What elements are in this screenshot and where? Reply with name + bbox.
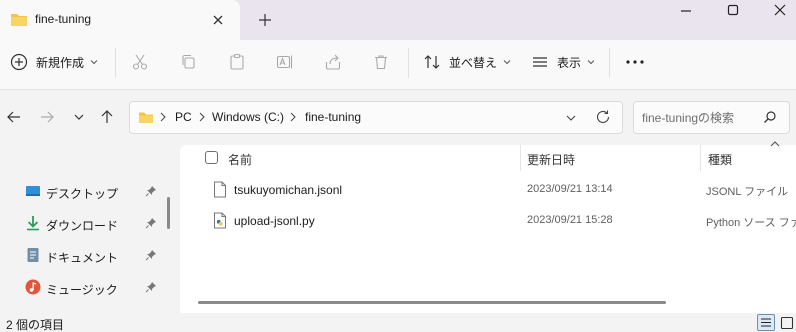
folder-icon <box>138 111 154 124</box>
sidebar-item-label: ミュージック <box>46 283 118 297</box>
back-arrow-icon[interactable] <box>5 108 23 126</box>
sort-button[interactable]: 並べ替え <box>423 40 511 84</box>
file-type: Python ソース ファイル <box>706 217 796 229</box>
tab-title: fine-tuning <box>35 12 92 26</box>
file-name: upload-jsonl.py <box>234 214 315 228</box>
sidebar-item-desktop[interactable]: デスクトップ <box>0 177 166 207</box>
file-modified: 2023/09/21 15:28 <box>527 214 613 226</box>
desktop-icon <box>25 183 41 199</box>
forward-arrow-icon[interactable] <box>38 108 56 126</box>
sidebar: デスクトップ ダウンロード ドキュメント ミュージック <box>0 145 180 313</box>
add-circle-icon <box>10 53 28 71</box>
pin-icon[interactable] <box>145 217 157 229</box>
column-header-type[interactable]: 種類 <box>708 151 732 168</box>
view-button-label: 表示 <box>557 55 582 70</box>
copy-icon[interactable] <box>180 40 198 84</box>
file-icon <box>213 181 227 198</box>
sidebar-item-music[interactable]: ミュージック <box>0 273 166 303</box>
sidebar-item-label: デスクトップ <box>46 187 119 201</box>
file-name: tsukuyomichan.jsonl <box>234 183 343 197</box>
status-bar: 2 個の項目 <box>0 313 796 332</box>
plus-icon[interactable] <box>255 10 275 30</box>
tab-fine-tuning[interactable]: fine-tuning <box>0 0 240 40</box>
address-bar[interactable]: PC Windows (C:) fine-tuning <box>129 101 623 134</box>
close-icon[interactable] <box>209 11 227 29</box>
column-header-name[interactable]: 名前 <box>228 151 252 168</box>
pin-icon[interactable] <box>145 249 157 261</box>
chevron-down-icon[interactable] <box>70 108 88 126</box>
chevron-up-icon <box>769 140 781 148</box>
paste-icon[interactable] <box>228 40 246 84</box>
new-button-label: 新規作成 <box>36 55 85 70</box>
music-icon <box>25 279 41 295</box>
column-divider[interactable] <box>520 145 521 171</box>
search-icon[interactable] <box>763 110 777 124</box>
folder-icon <box>10 12 28 27</box>
item-count: 2 個の項目 <box>6 318 65 332</box>
chevron-down-icon[interactable] <box>565 113 577 123</box>
refresh-icon[interactable] <box>595 109 611 125</box>
pin-icon[interactable] <box>145 185 157 197</box>
chevron-down-icon <box>503 59 511 65</box>
rename-icon[interactable] <box>276 40 294 84</box>
sidebar-item-documents[interactable]: ドキュメント <box>0 241 166 271</box>
more-icon[interactable] <box>625 40 645 84</box>
chevron-right-icon <box>290 112 296 122</box>
sort-button-label: 並べ替え <box>449 55 498 70</box>
file-list: 名前 更新日時 種類 tsukuyomichan.jsonl 2023/09/2… <box>180 141 796 313</box>
breadcrumb-pc[interactable]: PC <box>175 110 192 124</box>
close-icon[interactable] <box>770 3 790 17</box>
breadcrumb-folder[interactable]: fine-tuning <box>305 110 361 124</box>
new-button[interactable]: 新規作成 <box>10 40 98 84</box>
pin-icon[interactable] <box>145 281 157 293</box>
document-icon <box>25 247 41 263</box>
delete-icon[interactable] <box>372 40 390 84</box>
download-icon <box>25 215 41 231</box>
column-header-row: 名前 更新日時 種類 <box>180 141 796 171</box>
up-arrow-icon[interactable] <box>98 108 116 126</box>
column-divider[interactable] <box>700 145 701 171</box>
divider <box>115 48 116 78</box>
file-modified: 2023/09/21 13:14 <box>527 183 613 195</box>
share-icon[interactable] <box>324 40 342 84</box>
table-row[interactable]: tsukuyomichan.jsonl 2023/09/21 13:14 JSO… <box>180 174 796 204</box>
column-header-modified[interactable]: 更新日時 <box>527 151 575 168</box>
divider <box>609 48 610 78</box>
chevron-down-icon <box>90 59 98 65</box>
chevron-right-icon <box>160 112 166 122</box>
tiles-view-icon[interactable] <box>780 316 794 330</box>
address-row: PC Windows (C:) fine-tuning <box>0 90 796 145</box>
sidebar-item-label: ドキュメント <box>46 251 119 265</box>
title-bar: fine-tuning <box>0 0 796 40</box>
view-icon <box>531 53 549 71</box>
chevron-down-icon <box>587 59 595 65</box>
chevron-right-icon <box>199 112 205 122</box>
sidebar-item-label: ダウンロード <box>46 219 119 233</box>
details-view-icon[interactable] <box>757 314 775 331</box>
python-file-icon <box>213 212 227 229</box>
minimize-icon[interactable] <box>676 4 696 18</box>
file-type: JSONL ファイル <box>706 186 789 198</box>
divider <box>408 48 409 78</box>
cut-icon[interactable] <box>131 40 149 84</box>
sidebar-scrollbar[interactable] <box>167 197 170 229</box>
view-button[interactable]: 表示 <box>531 40 595 84</box>
command-bar: 新規作成 並べ替え 表示 <box>0 40 796 90</box>
horizontal-scrollbar[interactable] <box>198 301 666 304</box>
sidebar-item-downloads[interactable]: ダウンロード <box>0 209 166 239</box>
sort-icon <box>423 53 441 71</box>
select-all-checkbox[interactable] <box>205 151 218 164</box>
maximize-icon[interactable] <box>723 3 743 17</box>
table-row[interactable]: upload-jsonl.py 2023/09/21 15:28 Python … <box>180 205 796 235</box>
breadcrumb-drive[interactable]: Windows (C:) <box>212 110 284 124</box>
